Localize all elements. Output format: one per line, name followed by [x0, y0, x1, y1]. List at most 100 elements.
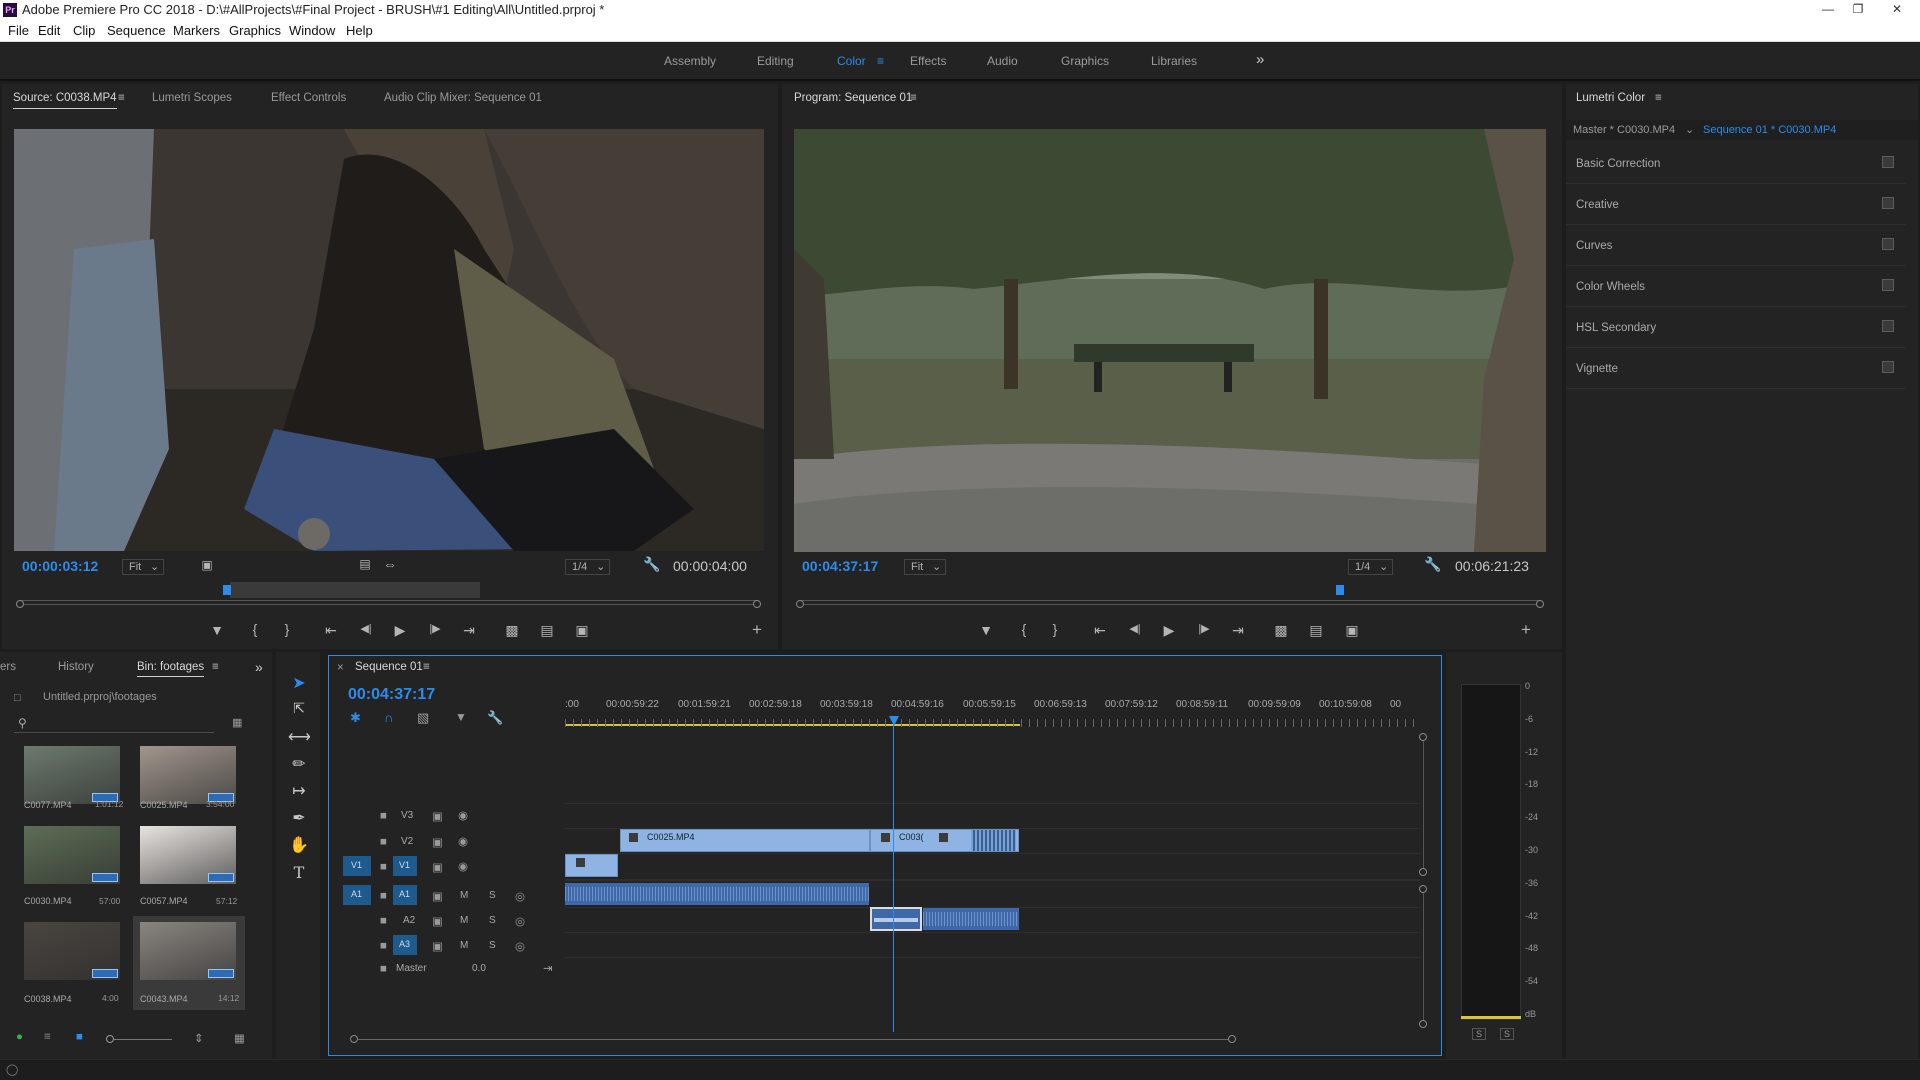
- lock-icon[interactable]: ■: [380, 963, 387, 975]
- thumbnail[interactable]: [140, 746, 236, 804]
- workspace-color[interactable]: Color: [837, 54, 866, 68]
- clip-c0025[interactable]: C0025.MP4: [620, 829, 870, 852]
- list-view-icon[interactable]: ≡: [44, 1031, 51, 1043]
- type-tool-icon[interactable]: T: [288, 863, 310, 882]
- lock-icon[interactable]: ■: [380, 836, 387, 848]
- audio-clip-a2[interactable]: [923, 908, 1019, 930]
- source-zoom-bar[interactable]: [24, 604, 753, 605]
- bin-menu-icon[interactable]: ≡: [212, 661, 219, 673]
- wrench-icon[interactable]: 🔧: [643, 556, 661, 573]
- lumetri-section-creative[interactable]: Creative: [1566, 185, 1906, 225]
- menu-sequence[interactable]: Sequence: [107, 20, 166, 42]
- step-back-icon[interactable]: ◀|: [357, 622, 375, 635]
- film-icon[interactable]: ▣: [432, 835, 443, 849]
- tab-source[interactable]: Source: C0038.MP4: [13, 92, 117, 109]
- lumetri-section-color-wheels[interactable]: Color Wheels: [1566, 267, 1906, 307]
- camera-icon[interactable]: ▣: [1343, 622, 1361, 639]
- close-icon[interactable]: ✕: [1877, 0, 1917, 18]
- snap-icon[interactable]: ∩: [384, 710, 393, 725]
- step-back-icon[interactable]: ◀|: [1126, 622, 1144, 635]
- extract-icon[interactable]: ▤: [1307, 622, 1325, 639]
- solo-right-button[interactable]: S: [1500, 1028, 1515, 1040]
- play-icon[interactable]: ▶: [391, 622, 409, 639]
- selection-tool-icon[interactable]: ➤: [288, 673, 310, 693]
- chevron-down-icon[interactable]: ⌄: [1685, 123, 1694, 136]
- go-to-out-icon[interactable]: ⇥: [460, 622, 478, 639]
- pen-tool-icon[interactable]: ✒: [288, 808, 310, 828]
- menu-help[interactable]: Help: [346, 20, 373, 42]
- solo-button[interactable]: S: [489, 890, 496, 901]
- lock-icon[interactable]: ■: [380, 810, 387, 822]
- microphone-icon[interactable]: ◎: [515, 889, 525, 903]
- program-playhead[interactable]: [1336, 585, 1345, 595]
- source-timecode[interactable]: 00:00:03:12: [22, 558, 98, 574]
- source-zoom-dropdown[interactable]: Fit ⌄: [122, 559, 165, 575]
- vscroll-handle-audio-top[interactable]: [1419, 885, 1427, 893]
- workspace-editing[interactable]: Editing: [757, 54, 794, 68]
- menu-clip[interactable]: Clip: [73, 20, 95, 42]
- ripple-edit-tool-icon[interactable]: ⟷: [288, 727, 311, 747]
- lumetri-section-basic-correction[interactable]: Basic Correction: [1566, 144, 1906, 184]
- film-icon[interactable]: ▣: [432, 860, 443, 874]
- workspace-graphics[interactable]: Graphics: [1061, 54, 1109, 68]
- tab-audio-clip-mixer[interactable]: Audio Clip Mixer: Sequence 01: [384, 92, 542, 104]
- close-icon[interactable]: ×: [337, 662, 344, 674]
- solo-button[interactable]: S: [489, 915, 496, 926]
- film-icon[interactable]: ▣: [432, 939, 443, 953]
- master-volume-value[interactable]: 0.0: [472, 963, 486, 974]
- master-go-to-end-icon[interactable]: ⇥: [543, 961, 553, 975]
- sequence-menu-icon[interactable]: ≡: [423, 661, 430, 673]
- workspace-effects[interactable]: Effects: [910, 54, 946, 68]
- tab-history[interactable]: History: [58, 661, 94, 673]
- wrench-icon[interactable]: 🔧: [1424, 556, 1442, 573]
- lock-icon[interactable]: ■: [380, 940, 387, 952]
- timeline-ruler[interactable]: :00 00:00:59:22 00:01:59:21 00:02:59:18 00:0…: [565, 699, 1420, 713]
- workspace-audio[interactable]: Audio: [987, 54, 1018, 68]
- enable-checkbox[interactable]: [1882, 279, 1894, 291]
- film-icon[interactable]: ▣: [432, 914, 443, 928]
- lock-icon[interactable]: ■: [380, 915, 387, 927]
- eye-icon[interactable]: ◉: [458, 808, 468, 822]
- workspace-menu-icon[interactable]: ≡: [877, 54, 884, 68]
- lock-icon[interactable]: ■: [380, 861, 387, 873]
- add-marker-icon[interactable]: ▼: [208, 622, 226, 638]
- bin-search-input[interactable]: ⚲: [14, 715, 214, 733]
- vscroll-video[interactable]: [1423, 741, 1424, 869]
- nest-icon[interactable]: ✱: [350, 710, 361, 726]
- source-patch-a1[interactable]: A1: [343, 885, 371, 905]
- film-icon[interactable]: ▣: [432, 889, 443, 903]
- program-zoom-handle-right[interactable]: [1536, 600, 1544, 608]
- tab-markers[interactable]: ers: [0, 661, 16, 673]
- overwrite-icon[interactable]: ▤: [538, 622, 556, 639]
- razor-tool-icon[interactable]: ✏: [288, 754, 310, 774]
- microphone-icon[interactable]: ◎: [515, 914, 525, 928]
- add-marker-icon[interactable]: ▼: [977, 622, 995, 638]
- hscroll-handle-left[interactable]: [350, 1035, 358, 1043]
- lumetri-section-curves[interactable]: Curves: [1566, 226, 1906, 266]
- zoom-slider-handle[interactable]: [106, 1035, 114, 1043]
- tab-effect-controls[interactable]: Effect Controls: [271, 92, 346, 104]
- mute-button[interactable]: M: [460, 915, 468, 926]
- mark-out-icon[interactable]: }: [278, 621, 296, 637]
- lumetri-section-vignette[interactable]: Vignette: [1566, 349, 1906, 389]
- wrench-icon[interactable]: 🔧: [487, 710, 503, 726]
- menu-edit[interactable]: Edit: [38, 20, 60, 42]
- play-icon[interactable]: ▶: [1160, 622, 1178, 639]
- thumbnail[interactable]: [24, 922, 120, 980]
- minimize-icon[interactable]: —: [1813, 0, 1843, 18]
- audio-clip-a2-selected[interactable]: [870, 907, 922, 931]
- hscroll-bar[interactable]: [358, 1039, 1228, 1040]
- go-to-in-icon[interactable]: ⇤: [322, 622, 340, 639]
- workspace-libraries[interactable]: Libraries: [1151, 54, 1197, 68]
- program-zoom-bar[interactable]: [804, 604, 1536, 605]
- add-button-icon[interactable]: +: [748, 620, 766, 640]
- automate-icon[interactable]: ▦: [234, 1031, 245, 1045]
- track-target-a3[interactable]: A3: [393, 935, 417, 955]
- lumetri-sequence-label[interactable]: Sequence 01 * C0030.MP4: [1703, 124, 1836, 136]
- lumetri-title[interactable]: Lumetri Color: [1576, 92, 1645, 104]
- mark-in-icon[interactable]: {: [246, 621, 264, 637]
- program-tab-menu-icon[interactable]: ≡: [910, 92, 917, 104]
- drag-video-icon[interactable]: ⇔: [381, 556, 399, 572]
- step-forward-icon[interactable]: |▶: [1195, 622, 1213, 635]
- maximize-icon[interactable]: ❐: [1843, 0, 1873, 18]
